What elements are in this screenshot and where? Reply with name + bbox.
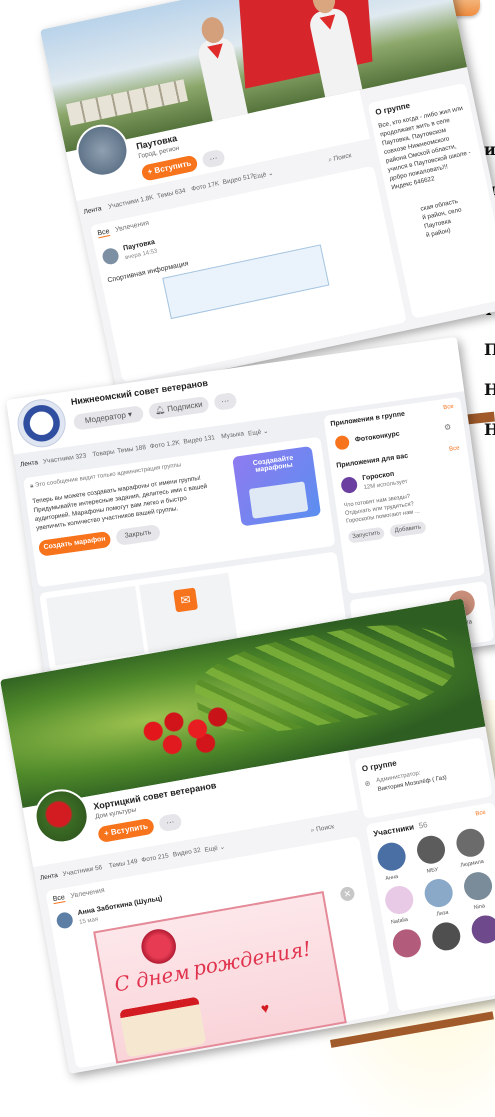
member-avatar[interactable] <box>375 840 408 873</box>
member-avatar[interactable] <box>469 913 495 946</box>
pioneer-boy-left <box>196 15 248 122</box>
join-button[interactable]: + Вступить <box>97 817 155 844</box>
tab-more[interactable]: Ещё ⌄ <box>247 427 269 438</box>
more-button[interactable]: ··· <box>213 392 238 411</box>
cake-image <box>119 996 207 1058</box>
member-avatar[interactable] <box>414 833 448 866</box>
horoscope-icon <box>340 476 359 495</box>
memorial-boards <box>65 79 188 126</box>
subscriptions-label: Подписки <box>166 399 204 414</box>
settings-icon[interactable]: ⚙ <box>444 422 452 432</box>
filter-hobby[interactable]: Увлечения <box>70 887 105 900</box>
apps-you-all-link[interactable]: Все <box>449 445 460 452</box>
member-avatar[interactable] <box>430 920 463 953</box>
apps-panel: Приложения в группе Все Фотоконкурс ⚙ Пр… <box>323 396 486 595</box>
tab-videos[interactable]: Видео 517 <box>222 173 254 186</box>
filter-hobby[interactable]: Увлечения <box>115 220 150 234</box>
tab-topics[interactable]: Темы 149 <box>108 858 138 870</box>
tab-photos[interactable]: Фото 17K <box>191 180 220 193</box>
apps-all-link[interactable]: Все <box>443 404 454 411</box>
group-screenshot-khortitsky: Хортицкий совет ветеранов Дом культуры +… <box>0 598 495 1074</box>
member-name[interactable]: Лиза <box>436 910 449 918</box>
more-button[interactable]: ··· <box>201 148 226 169</box>
promo-image <box>248 481 309 519</box>
add-button[interactable]: Добавить <box>389 520 427 538</box>
tab-music[interactable]: Музыка <box>221 430 245 440</box>
tab-videos[interactable]: Видео 131 <box>183 434 215 445</box>
join-button[interactable]: + Вступить <box>140 154 199 182</box>
about-region: ская область й район, село Паутовка й ра… <box>420 197 467 241</box>
tab-photos[interactable]: Фото 1.2K <box>149 439 180 450</box>
filter-all[interactable]: Все <box>96 228 111 239</box>
member-name[interactable]: Nina <box>473 903 485 911</box>
search-label: Поиск <box>333 152 353 163</box>
heart-icon: ♥ <box>259 999 271 1017</box>
tab-members[interactable]: Участники 1.8K <box>108 194 155 210</box>
post-author-avatar[interactable] <box>101 246 121 266</box>
about-title: О группе <box>361 758 398 774</box>
tab-members[interactable]: Участники 323 <box>42 452 86 465</box>
member-name[interactable]: Людмила <box>460 859 485 869</box>
members-count: 56 <box>417 820 429 831</box>
members-all-link[interactable]: Все <box>475 810 486 818</box>
post-author[interactable]: Анна Заботкина (Шульц) <box>77 895 163 917</box>
side-letter: П <box>484 340 495 359</box>
admin-icon: ⊛ <box>364 780 372 789</box>
promo-title: Создавайте марафоны <box>252 454 294 474</box>
create-marathon-button[interactable]: Создать марафон <box>37 530 112 557</box>
photo-contest-icon <box>334 434 351 451</box>
tab-photos[interactable]: Фото 215 <box>141 852 169 864</box>
preview-card-left[interactable] <box>45 585 145 666</box>
search-link[interactable]: ⌕ Поиск <box>310 823 335 835</box>
tab-more[interactable]: Ещё ⌄ <box>204 843 225 854</box>
tab-more[interactable]: Ещё ⌄ <box>252 169 275 181</box>
more-button[interactable]: ··· <box>158 812 183 833</box>
about-text: Все, кто когда - либо жил или продолжает… <box>377 104 476 192</box>
group-screenshot-pautovka: Паутовка Город, регион + Вступить ··· Ле… <box>40 0 495 392</box>
member-avatar[interactable] <box>454 826 487 860</box>
photo-contest-label[interactable]: Фотоконкурс <box>355 431 401 444</box>
greeting-line-1: С днем <box>112 959 192 997</box>
post-time: 15 мая <box>78 916 99 926</box>
tab-goods[interactable]: Товары <box>92 448 115 458</box>
marathon-promo[interactable]: Создавайте марафоны <box>232 445 322 527</box>
tab-feed[interactable]: Лента <box>39 872 58 882</box>
search-label: Поиск <box>315 823 335 834</box>
tab-topics[interactable]: Темы 634 <box>157 187 187 200</box>
member-avatar[interactable] <box>422 876 455 910</box>
close-button[interactable]: Закрыть <box>115 523 161 546</box>
post-image[interactable] <box>162 244 330 320</box>
horoscope-desc: Что готовят нам звезды? Отдыхать или тру… <box>343 492 421 526</box>
tab-members[interactable]: Участники 56 <box>62 864 103 878</box>
search-link[interactable]: ⌕ Поиск <box>328 152 353 165</box>
side-letter: Н <box>484 380 495 399</box>
about-title: О группе <box>374 100 411 117</box>
filter-all[interactable]: Все <box>52 894 66 905</box>
group-avatar[interactable] <box>14 396 69 451</box>
member-name[interactable]: МБУ <box>426 867 438 875</box>
mail-icon: ✉ <box>173 587 198 613</box>
member-avatar[interactable] <box>390 927 424 960</box>
members-panel: Участники 56 Все Анна МБУ Людмила Natali… <box>365 802 495 1012</box>
tab-feed[interactable]: Лента <box>20 459 39 468</box>
member-avatar[interactable] <box>461 869 495 903</box>
apps-group-title: Приложения в группе <box>330 410 406 429</box>
member-name[interactable]: Анна <box>385 874 399 882</box>
moderator-button[interactable]: Модератор ▾ <box>72 405 145 431</box>
tab-videos[interactable]: Видео 32 <box>172 847 201 859</box>
close-icon[interactable]: ✕ <box>339 885 356 903</box>
tab-topics[interactable]: Темы 188 <box>117 444 147 455</box>
subscriptions-button[interactable]: 🔔︎ Подписки <box>147 395 210 421</box>
moderator-label: Модератор ▾ <box>84 409 133 426</box>
member-avatar[interactable] <box>383 883 416 917</box>
members-title[interactable]: Участники <box>373 822 415 838</box>
greeting-line-2: рождения! <box>191 936 313 981</box>
tab-feed[interactable]: Лента <box>83 205 102 216</box>
apps-you-title: Приложения для вас <box>335 452 409 470</box>
launch-button[interactable]: Запустить <box>347 526 385 544</box>
post-author-avatar[interactable] <box>55 911 74 930</box>
member-name[interactable]: Natalia <box>391 917 409 926</box>
